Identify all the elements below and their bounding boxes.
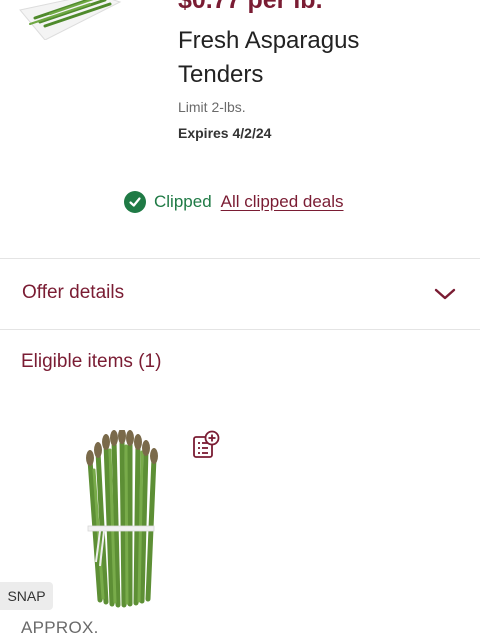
offer-expiry: Expires 4/2/24 [178,125,272,141]
chevron-down-icon [433,286,457,302]
offer-details-accordion[interactable]: Offer details [0,260,480,329]
divider [0,258,480,259]
offer-price: $0.77 per lb. [178,0,323,14]
approx-weight-note: APPROX. [21,618,99,637]
snap-badge: SNAP [0,582,53,610]
offer-details-label: Offer details [22,282,125,303]
offer-title: Fresh Asparagus Tenders [178,27,360,88]
add-to-list-icon[interactable] [190,430,220,460]
asparagus-product-image[interactable] [70,428,170,612]
divider [0,329,480,330]
clip-status-row: Clipped All clipped deals [124,190,344,214]
clipped-status-label: Clipped [154,192,212,211]
eligible-items-heading: Eligible items (1) [21,351,162,372]
offer-limit: Limit 2-lbs. [178,99,246,115]
check-circle-icon [124,191,146,213]
all-clipped-deals-link[interactable]: All clipped deals [221,192,344,212]
offer-thumbnail-image [0,0,150,40]
